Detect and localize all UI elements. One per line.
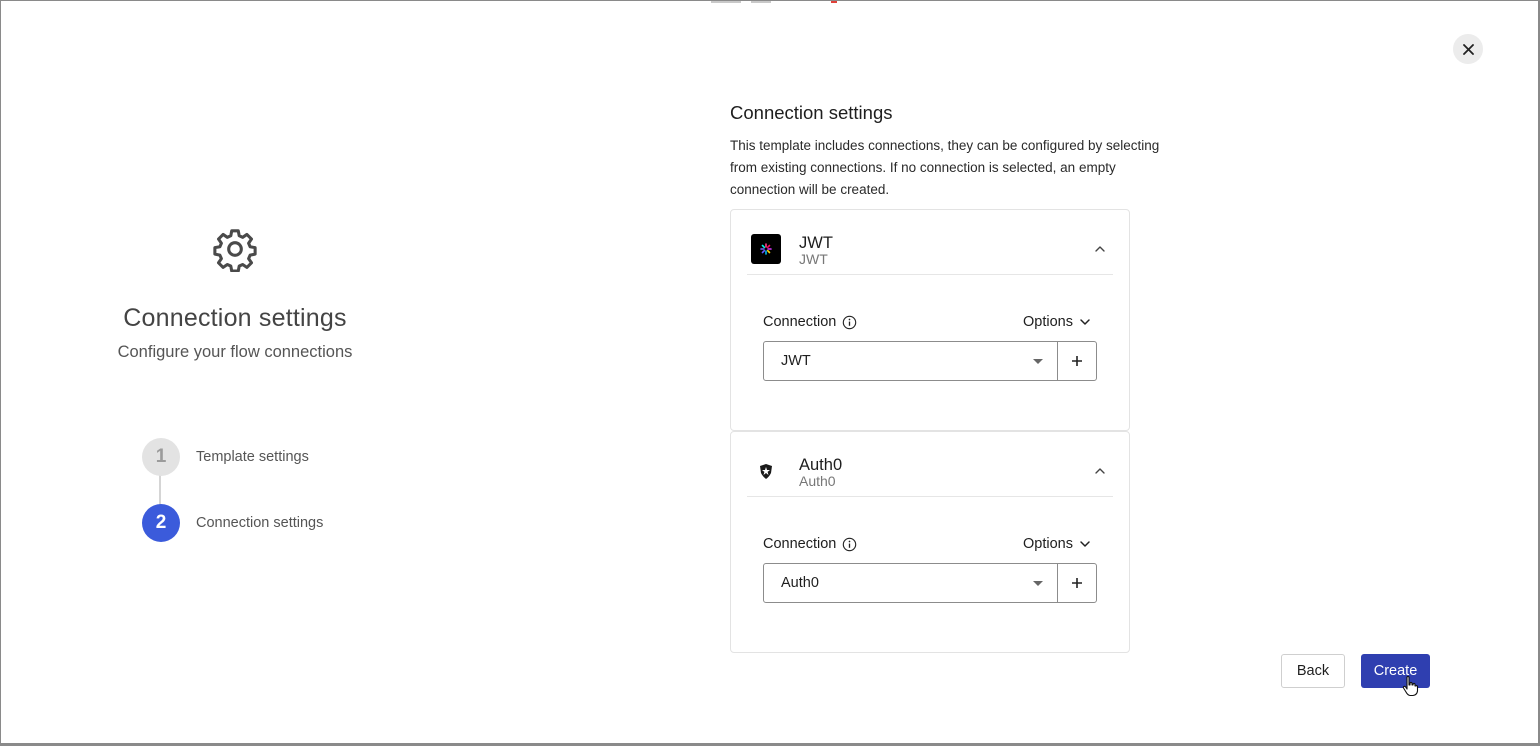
card-header[interactable]: JWT JWT [747, 210, 1113, 275]
chevron-up-icon[interactable] [1093, 464, 1107, 478]
step-1-badge: 1 [142, 438, 180, 476]
add-connection-button[interactable] [1057, 563, 1097, 603]
jwt-logo-icon [751, 234, 781, 264]
options-dropdown[interactable]: Options [1023, 314, 1091, 330]
edge-mark [751, 1, 771, 3]
options-dropdown[interactable]: Options [1023, 536, 1091, 552]
edge-mark [831, 1, 837, 3]
back-button[interactable]: Back [1281, 654, 1345, 688]
dialog-window: Connection settings Configure your flow … [0, 0, 1540, 746]
step-1-label[interactable]: Template settings [196, 449, 309, 465]
caret-down-icon [1033, 581, 1043, 586]
card-type: Auth0 [799, 473, 836, 489]
close-button[interactable] [1453, 34, 1483, 64]
connection-select[interactable]: Auth0 [763, 563, 1058, 603]
connection-select-value: JWT [781, 353, 811, 369]
gear-icon [213, 229, 257, 272]
info-icon[interactable] [842, 537, 857, 552]
step-2-label[interactable]: Connection settings [196, 515, 323, 531]
step-connector [159, 475, 161, 505]
auth0-logo-icon [751, 456, 781, 486]
connection-label-text: Connection [763, 314, 837, 330]
left-subtitle: Configure your flow connections [117, 343, 353, 361]
connection-select-value: Auth0 [781, 575, 819, 591]
left-title: Connection settings [123, 304, 347, 332]
chevron-down-icon [1080, 541, 1090, 547]
hand-cursor-icon [1402, 675, 1419, 697]
section-title: Connection settings [730, 102, 893, 123]
top-edge-marks [711, 1, 841, 3]
add-connection-button[interactable] [1057, 341, 1097, 381]
chevron-up-icon[interactable] [1093, 242, 1107, 256]
options-label: Options [1023, 536, 1073, 552]
edge-mark [711, 1, 741, 3]
caret-down-icon [1033, 359, 1043, 364]
connection-card-auth0: Auth0 Auth0 Connection Options Auth0 [730, 431, 1130, 653]
chevron-down-icon [1080, 319, 1090, 325]
plus-icon [1072, 356, 1082, 366]
step-2-badge: 2 [142, 504, 180, 542]
plus-icon [1072, 578, 1082, 588]
card-header[interactable]: Auth0 Auth0 [747, 432, 1113, 497]
connection-label: Connection [763, 536, 857, 552]
connection-label: Connection [763, 314, 857, 330]
options-label: Options [1023, 314, 1073, 330]
card-type: JWT [799, 251, 828, 267]
connection-label-text: Connection [763, 536, 837, 552]
info-icon[interactable] [842, 315, 857, 330]
connection-card-jwt: JWT JWT Connection Options JWT [730, 209, 1130, 431]
section-description: This template includes connections, they… [730, 138, 1160, 197]
connection-select[interactable]: JWT [763, 341, 1058, 381]
create-button[interactable]: Create [1361, 654, 1430, 688]
close-icon [1462, 43, 1474, 55]
